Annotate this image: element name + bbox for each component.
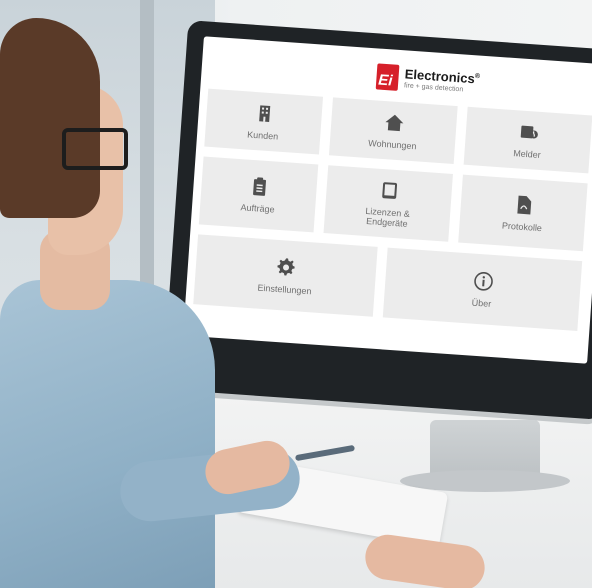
tile-label: Lizenzen & Endgeräte	[365, 205, 411, 229]
app-screen: Ei Electronics® fire + gas detection Kun…	[183, 36, 592, 364]
tile-protokolle[interactable]: Protokolle	[458, 174, 588, 252]
menu-tiles: Kunden Wohnungen Melder Aufträge Lizenze…	[192, 88, 592, 356]
photo-scene: Ei Electronics® fire + gas detection Kun…	[0, 0, 592, 588]
tile-einstellungen[interactable]: Einstellungen	[193, 234, 378, 317]
tablet-icon	[377, 179, 400, 202]
tile-auftraege[interactable]: Aufträge	[198, 156, 319, 233]
pdf-document-icon	[512, 193, 535, 216]
tile-label: Aufträge	[240, 202, 275, 215]
house-icon	[382, 111, 405, 134]
tile-label: Melder	[512, 148, 542, 161]
tile-wohnungen[interactable]: Wohnungen	[328, 97, 458, 164]
brand-logo: Ei	[375, 63, 400, 91]
clipboard-icon	[247, 175, 270, 198]
tile-label: Einstellungen	[257, 282, 312, 297]
tile-melder[interactable]: Melder	[463, 106, 592, 174]
tile-kunden[interactable]: Kunden	[204, 88, 324, 155]
tile-label: Protokolle	[501, 220, 543, 234]
tile-label: Wohnungen	[367, 137, 417, 152]
glasses	[62, 128, 128, 170]
info-icon	[471, 270, 494, 293]
person-shirt	[0, 280, 215, 588]
person-hair	[0, 18, 100, 218]
tile-lizenzen[interactable]: Lizenzen & Endgeräte	[323, 165, 453, 242]
gear-icon	[274, 256, 297, 279]
tile-ueber[interactable]: Über	[382, 247, 583, 332]
tile-label: Über	[471, 297, 492, 309]
tile-label: Kunden	[246, 129, 279, 142]
detector-flame-icon	[517, 120, 540, 143]
brand-header: Ei Electronics® fire + gas detection	[375, 63, 481, 96]
building-icon	[252, 102, 275, 125]
